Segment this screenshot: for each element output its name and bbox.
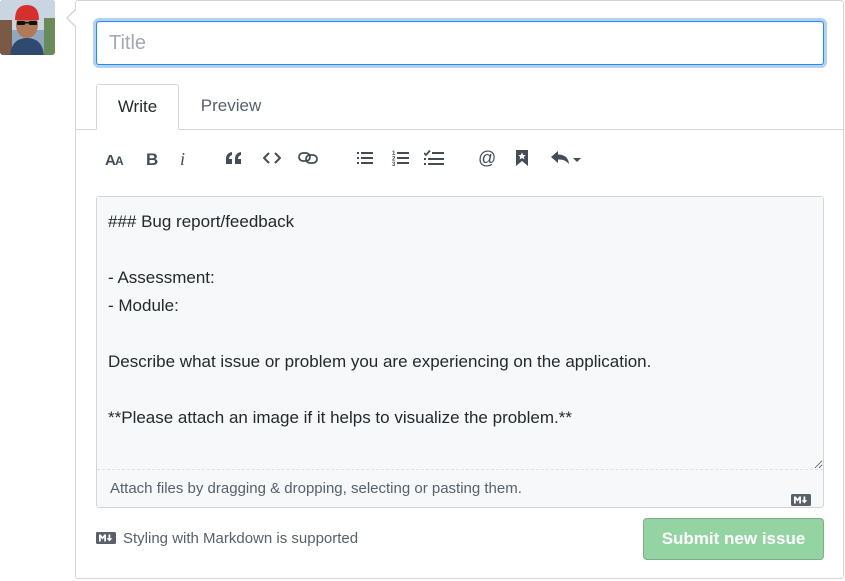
svg-text:@: @	[478, 149, 496, 167]
markdown-icon	[791, 483, 811, 520]
ordered-list-icon[interactable]: 123	[385, 140, 415, 176]
avatar[interactable]	[0, 0, 55, 55]
comment-editor: ### Bug report/feedback - Assessment: - …	[96, 196, 824, 508]
avatar-image	[0, 0, 55, 55]
markdown-support-note[interactable]: Styling with Markdown is supported	[96, 528, 358, 548]
svg-text:3: 3	[392, 162, 396, 166]
form-pointer-fill	[68, 10, 76, 26]
code-icon[interactable]	[257, 140, 287, 176]
file-drop-zone[interactable]: Attach files by dragging & dropping, sel…	[97, 469, 823, 507]
markdown-icon	[96, 532, 116, 544]
reply-dropdown-icon[interactable]	[546, 140, 586, 176]
saved-reply-icon[interactable]	[507, 140, 537, 176]
svg-text:A: A	[115, 154, 124, 166]
svg-text:i: i	[180, 150, 185, 166]
task-list-icon[interactable]	[419, 140, 449, 176]
italic-icon[interactable]: i	[168, 140, 198, 176]
submit-issue-button[interactable]: Submit new issue	[643, 518, 824, 560]
tab-write[interactable]: Write	[96, 84, 179, 130]
text-size-icon[interactable]: AA	[101, 140, 131, 176]
quote-icon[interactable]	[219, 140, 249, 176]
attach-hint: Attach files by dragging & dropping, sel…	[110, 480, 522, 497]
link-icon[interactable]	[293, 140, 323, 176]
comment-body-textarea[interactable]: ### Bug report/feedback - Assessment: - …	[97, 197, 823, 469]
markdown-support-label: Styling with Markdown is supported	[123, 529, 359, 547]
svg-text:B: B	[146, 150, 158, 166]
markdown-toolbar: AA B i 123 @	[96, 140, 824, 176]
tab-preview[interactable]: Preview	[186, 84, 276, 130]
unordered-list-icon[interactable]	[350, 140, 380, 176]
bold-icon[interactable]: B	[137, 140, 167, 176]
mention-icon[interactable]: @	[472, 140, 502, 176]
title-input[interactable]	[96, 21, 824, 65]
